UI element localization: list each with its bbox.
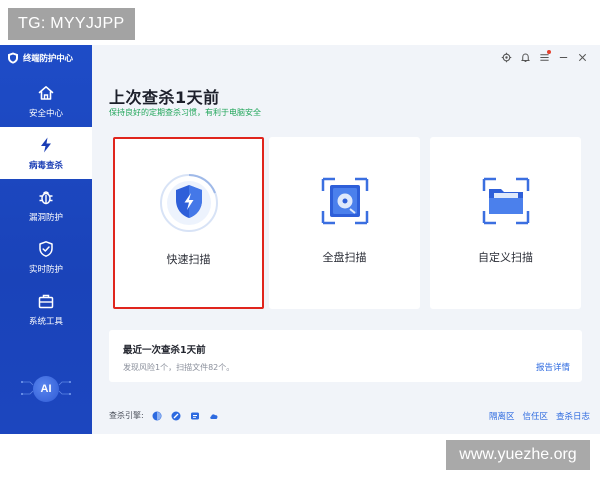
- card-label: 自定义扫描: [478, 251, 533, 264]
- engine-1-icon[interactable]: [152, 411, 162, 421]
- sidebar-item-label: 漏洞防护: [28, 212, 63, 223]
- folder-scan-icon: [482, 177, 529, 225]
- sidebar: 终端防护中心 安全中心 病毒查杀 漏洞防护 实时防护 系统工具 AI: [0, 45, 92, 434]
- page-title: 上次查杀1天前: [109, 88, 220, 107]
- engine-4-icon[interactable]: [209, 411, 219, 421]
- quick-scan-shield-icon: [159, 174, 218, 232]
- card-label: 全盘扫描: [322, 251, 367, 264]
- shield-logo-icon: [8, 52, 18, 64]
- ai-badge[interactable]: AI: [20, 370, 72, 406]
- last-scan-summary: 发现风险1个，扫描文件82个。: [123, 363, 235, 372]
- sidebar-item-realtime-protection[interactable]: 实时防护: [0, 231, 92, 283]
- menu-button[interactable]: [538, 50, 551, 63]
- minimize-button[interactable]: [557, 51, 569, 63]
- footer-links: 隔离区 信任区 查杀日志: [489, 410, 590, 422]
- app-brand: 终端防护中心: [0, 45, 92, 71]
- app-title: 终端防护中心: [23, 54, 73, 64]
- ai-label: AI: [33, 376, 59, 402]
- bell-icon: [520, 53, 530, 62]
- card-label: 快速扫描: [166, 253, 211, 266]
- watermark-label: www.yuezhe.org: [446, 440, 590, 470]
- lightning-icon: [41, 137, 51, 152]
- sidebar-item-security-center[interactable]: 安全中心: [0, 75, 92, 127]
- sidebar-item-label: 实时防护: [28, 264, 63, 275]
- close-icon: [578, 53, 586, 61]
- quick-scan-card[interactable]: 快速扫描: [113, 137, 264, 309]
- footer-bar: 查杀引擎: 隔离区 信任区 查杀日志: [92, 397, 600, 434]
- disk-scan-icon: [321, 177, 368, 225]
- engine-label: 查杀引擎:: [109, 411, 144, 420]
- custom-scan-card[interactable]: 自定义扫描: [430, 137, 581, 309]
- sidebar-item-virus-scan[interactable]: 病毒查杀: [0, 127, 92, 179]
- menu-icon: [539, 53, 549, 61]
- minimize-icon: [559, 56, 567, 58]
- app-window: 终端防护中心 安全中心 病毒查杀 漏洞防护 实时防护 系统工具 AI 上次查杀1…: [0, 45, 600, 434]
- page-subtitle: 保持良好的定期查杀习惯，有利于电脑安全: [109, 108, 261, 117]
- bug-icon: [39, 190, 53, 204]
- report-details-link[interactable]: 报告详情: [536, 361, 570, 373]
- sidebar-item-system-tools[interactable]: 系统工具: [0, 283, 92, 335]
- trust-zone-link[interactable]: 信任区: [522, 410, 548, 422]
- home-icon: [38, 85, 54, 100]
- quarantine-link[interactable]: 隔离区: [489, 410, 515, 422]
- page: 终端防护中心 安全中心 病毒查杀 漏洞防护 实时防护 系统工具 AI 上次查杀1…: [0, 0, 600, 480]
- shield-check-icon: [39, 240, 53, 257]
- sidebar-item-vulnerability[interactable]: 漏洞防护: [0, 179, 92, 231]
- settings-icon: [501, 52, 511, 62]
- window-controls: [500, 50, 588, 63]
- sidebar-item-label: 安全中心: [28, 108, 63, 119]
- scan-log-link[interactable]: 查杀日志: [556, 410, 590, 422]
- notifications-button[interactable]: [519, 51, 531, 63]
- engine-3-icon[interactable]: [190, 411, 200, 421]
- engine-2-icon[interactable]: [171, 411, 181, 421]
- engine-icons: [152, 411, 219, 421]
- full-scan-card[interactable]: 全盘扫描: [269, 137, 420, 309]
- sidebar-item-label: 系统工具: [28, 316, 63, 327]
- toolbox-icon: [38, 294, 54, 308]
- close-button[interactable]: [576, 51, 588, 63]
- last-scan-title: 最近一次查杀1天前: [123, 345, 206, 356]
- settings-button[interactable]: [500, 51, 512, 63]
- tg-overlay-label: TG: MYYJJPP: [8, 8, 135, 40]
- last-scan-panel: 最近一次查杀1天前 发现风险1个，扫描文件82个。 报告详情: [109, 330, 582, 382]
- sidebar-item-label: 病毒查杀: [28, 160, 63, 171]
